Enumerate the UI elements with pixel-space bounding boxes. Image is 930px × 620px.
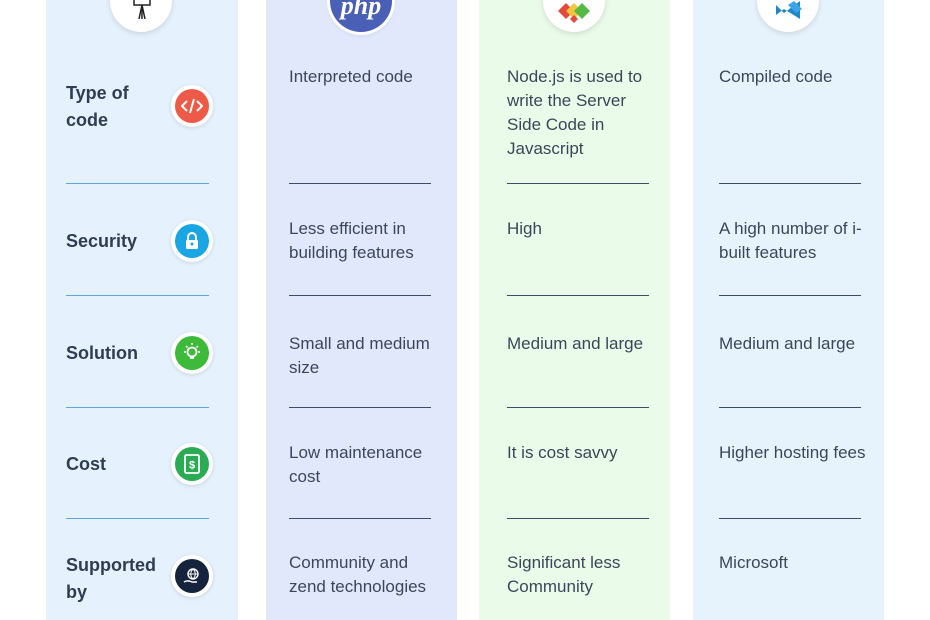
row-separator [507, 183, 649, 184]
row-label-security: Security [66, 231, 138, 251]
code-icon [171, 85, 213, 127]
php-logo: php [330, 0, 392, 32]
row-label-type-of-code: Type of code [66, 83, 129, 130]
php-security: Less efficient in building features [289, 219, 414, 262]
row-separator [66, 183, 209, 184]
row-separator [507, 407, 649, 408]
row-separator [507, 295, 649, 296]
hexagon-pattern-icon [558, 3, 590, 23]
nodejs-column: Node.js is used to write the Server Side… [479, 0, 670, 620]
row-separator [289, 183, 431, 184]
globe-hand-icon [171, 555, 213, 597]
dotnet-logo [757, 0, 819, 32]
php-logo-text: php [340, 0, 382, 20]
row-label-cost: Cost [66, 454, 106, 474]
row-separator [719, 518, 861, 519]
visual-studio-icon [776, 1, 802, 19]
net-solution: Medium and large [719, 334, 856, 353]
php-column: php Interpreted code Less efficient in b… [266, 0, 457, 620]
net-supported-by: Microsoft [719, 553, 788, 572]
row-separator [289, 295, 431, 296]
lightbulb-icon [171, 332, 213, 374]
php-type-of-code: Interpreted code [289, 67, 413, 86]
row-label-solution: Solution [66, 343, 138, 363]
node-supported-by: Significant less Community [507, 553, 621, 596]
node-security: High [507, 219, 542, 238]
net-type-of-code: Compiled code [719, 67, 833, 86]
nodejs-logo [543, 0, 605, 32]
monitor-stand-icon [133, 0, 151, 20]
row-separator [66, 295, 209, 296]
lock-icon [171, 220, 213, 262]
net-security: A high number of i-built features [719, 219, 862, 262]
row-label-supported-by: Supported by [66, 555, 156, 602]
node-type-of-code: Node.js is used to write the Server Side… [507, 67, 643, 158]
row-labels-column: Type of code Security Solution Cost $ Su… [46, 0, 238, 620]
php-supported-by: Community and zend technologies [289, 553, 427, 596]
dollar-icon: $ [171, 443, 213, 485]
row-separator [289, 518, 431, 519]
row-separator [507, 518, 649, 519]
row-separator [719, 407, 861, 408]
node-cost: It is cost savvy [507, 443, 618, 462]
row-separator [719, 295, 861, 296]
net-cost: Higher hosting fees [719, 443, 866, 462]
dotnet-column: Compiled code A high number of i-built f… [693, 0, 884, 620]
svg-text:$: $ [189, 460, 195, 472]
row-separator [66, 518, 209, 519]
node-solution: Medium and large [507, 334, 644, 353]
generic-tech-logo [110, 0, 172, 32]
row-separator [66, 407, 209, 408]
php-cost: Low maintenance cost [289, 443, 423, 486]
row-separator [289, 407, 431, 408]
php-solution: Small and medium size [289, 334, 430, 377]
row-separator [719, 183, 861, 184]
